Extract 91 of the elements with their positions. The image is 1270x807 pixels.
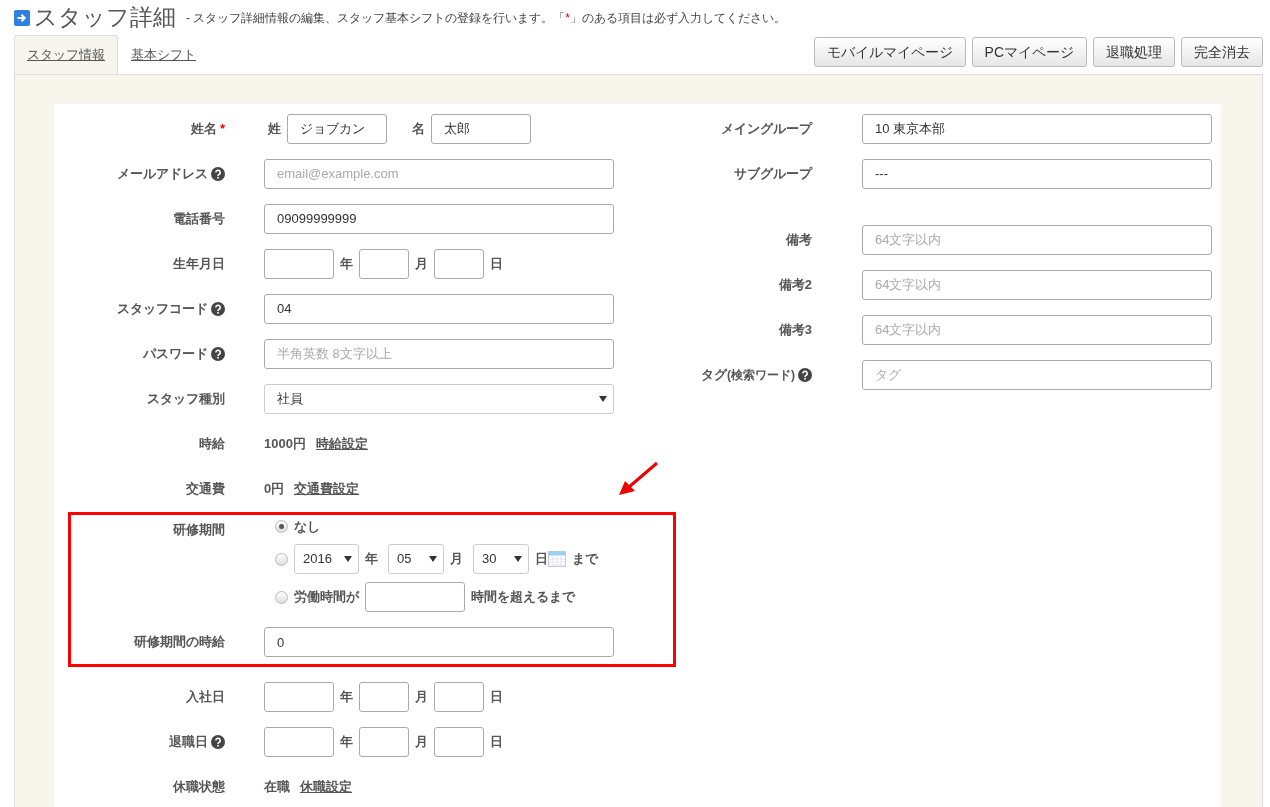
unit-label: 日 (490, 733, 503, 752)
text-field[interactable]: 09099999999 (264, 203, 614, 234)
amount-value: 在職 (264, 778, 290, 797)
date-field[interactable] (264, 727, 334, 757)
text-field[interactable]: email@example.com (264, 158, 614, 189)
dropdown[interactable]: 05 (388, 544, 444, 574)
field-label: タグ(検索ワード) (701, 365, 795, 384)
field-label: パスワード (143, 344, 208, 363)
help-icon (211, 735, 225, 749)
settings-link[interactable]: 休職設定 (300, 777, 352, 797)
field-label: 研修期間の時給 (134, 633, 225, 652)
field-label: 備考3 (778, 320, 812, 339)
unit-label: 日 (535, 550, 548, 569)
radio-button[interactable] (275, 519, 288, 533)
help-icon (211, 301, 225, 316)
field-label: 時給 (199, 434, 225, 453)
settings-link[interactable]: 交通費設定 (294, 478, 360, 499)
dropdown[interactable]: 30 (473, 544, 529, 574)
dropdown[interactable]: 社員 (264, 383, 614, 414)
dropdown[interactable]: 2016 (294, 544, 359, 574)
tab[interactable]: スタッフ情報 (14, 35, 118, 75)
option-suffix: 時間を超えるまで (471, 588, 575, 607)
field-label: 入社日 (186, 688, 225, 707)
field-label: スタッフ種別 (147, 389, 225, 408)
text-field[interactable]: 64文字以内 (862, 314, 1212, 345)
field-label: 備考 (786, 230, 812, 249)
help-icon (211, 166, 225, 181)
text-field[interactable]: 0 (264, 627, 614, 657)
calendar-icon (548, 551, 566, 567)
radio-button[interactable] (275, 552, 288, 566)
option-label: なし (294, 517, 320, 536)
action-button[interactable]: モバイルマイページ (813, 36, 966, 67)
required-mark: * (219, 119, 225, 138)
date-field[interactable] (359, 682, 409, 712)
field-label: 備考2 (778, 275, 812, 294)
date-field[interactable] (359, 248, 409, 279)
option-suffix: まで (572, 550, 598, 569)
tab[interactable]: 基本シフト (118, 35, 209, 75)
unit-label: 年 (340, 733, 353, 752)
text-field[interactable]: 半角英数 8文字以上 (264, 338, 614, 369)
field-label: 退職日 (169, 733, 208, 752)
date-field[interactable] (434, 682, 484, 712)
radio-button[interactable] (275, 590, 288, 604)
field-label: スタッフコード (117, 299, 208, 318)
settings-link[interactable]: 時給設定 (315, 433, 368, 454)
amount-value: 0円 (264, 479, 285, 498)
unit-label: 月 (415, 254, 428, 273)
help-icon (798, 367, 812, 382)
page-title: スタッフ詳細 (34, 6, 176, 29)
text-field[interactable]: 64文字以内 (862, 224, 1212, 255)
action-button[interactable]: 完全消去 (1181, 36, 1263, 67)
unit-label: 日 (490, 688, 503, 707)
unit-label: 月 (450, 550, 463, 569)
amount-value: 1000円 (264, 434, 306, 453)
text-field[interactable]: --- (862, 158, 1212, 189)
text-field[interactable]: 10 東京本部 (862, 113, 1212, 144)
option-label: 労働時間が (294, 588, 359, 607)
field-label: 研修期間 (173, 520, 225, 539)
unit-label: 年 (340, 254, 353, 273)
name-part-label: 姓 (268, 119, 281, 138)
arrow-right-icon (14, 9, 30, 26)
unit-label: 日 (490, 254, 503, 273)
text-field[interactable]: 04 (264, 293, 614, 324)
hours-field[interactable] (365, 582, 465, 612)
text-field[interactable]: タグ (862, 359, 1212, 390)
date-field[interactable] (264, 248, 334, 279)
unit-label: 月 (415, 688, 428, 707)
name-field[interactable]: ジョブカン (287, 113, 387, 144)
help-icon (211, 346, 225, 361)
date-field[interactable] (264, 682, 334, 712)
action-button[interactable]: 退職処理 (1093, 36, 1175, 67)
action-button[interactable]: PCマイページ (971, 36, 1087, 67)
annotation-arrow (617, 460, 659, 497)
page-description: - スタッフ詳細情報の編集、スタッフ基本シフトの登録を行います。「*」のある項目は必ず入力してください。 (186, 9, 786, 27)
field-label: メイングループ (721, 119, 812, 138)
unit-label: 年 (340, 688, 353, 707)
field-label: サブグループ (734, 164, 812, 183)
date-field[interactable] (434, 248, 484, 279)
unit-label: 年 (365, 550, 378, 569)
field-label: 交通費 (186, 479, 225, 498)
field-label: 電話番号 (173, 209, 225, 228)
name-field[interactable]: 太郎 (431, 113, 531, 144)
date-field[interactable] (359, 727, 409, 757)
text-field[interactable]: 64文字以内 (862, 269, 1212, 300)
name-part-label: 名 (412, 119, 425, 138)
field-label: 姓名 (190, 119, 217, 138)
field-label: メールアドレス (117, 164, 208, 183)
unit-label: 月 (415, 733, 428, 752)
field-label: 休職状態 (173, 778, 225, 797)
field-label: 生年月日 (173, 254, 225, 273)
date-field[interactable] (434, 727, 484, 757)
